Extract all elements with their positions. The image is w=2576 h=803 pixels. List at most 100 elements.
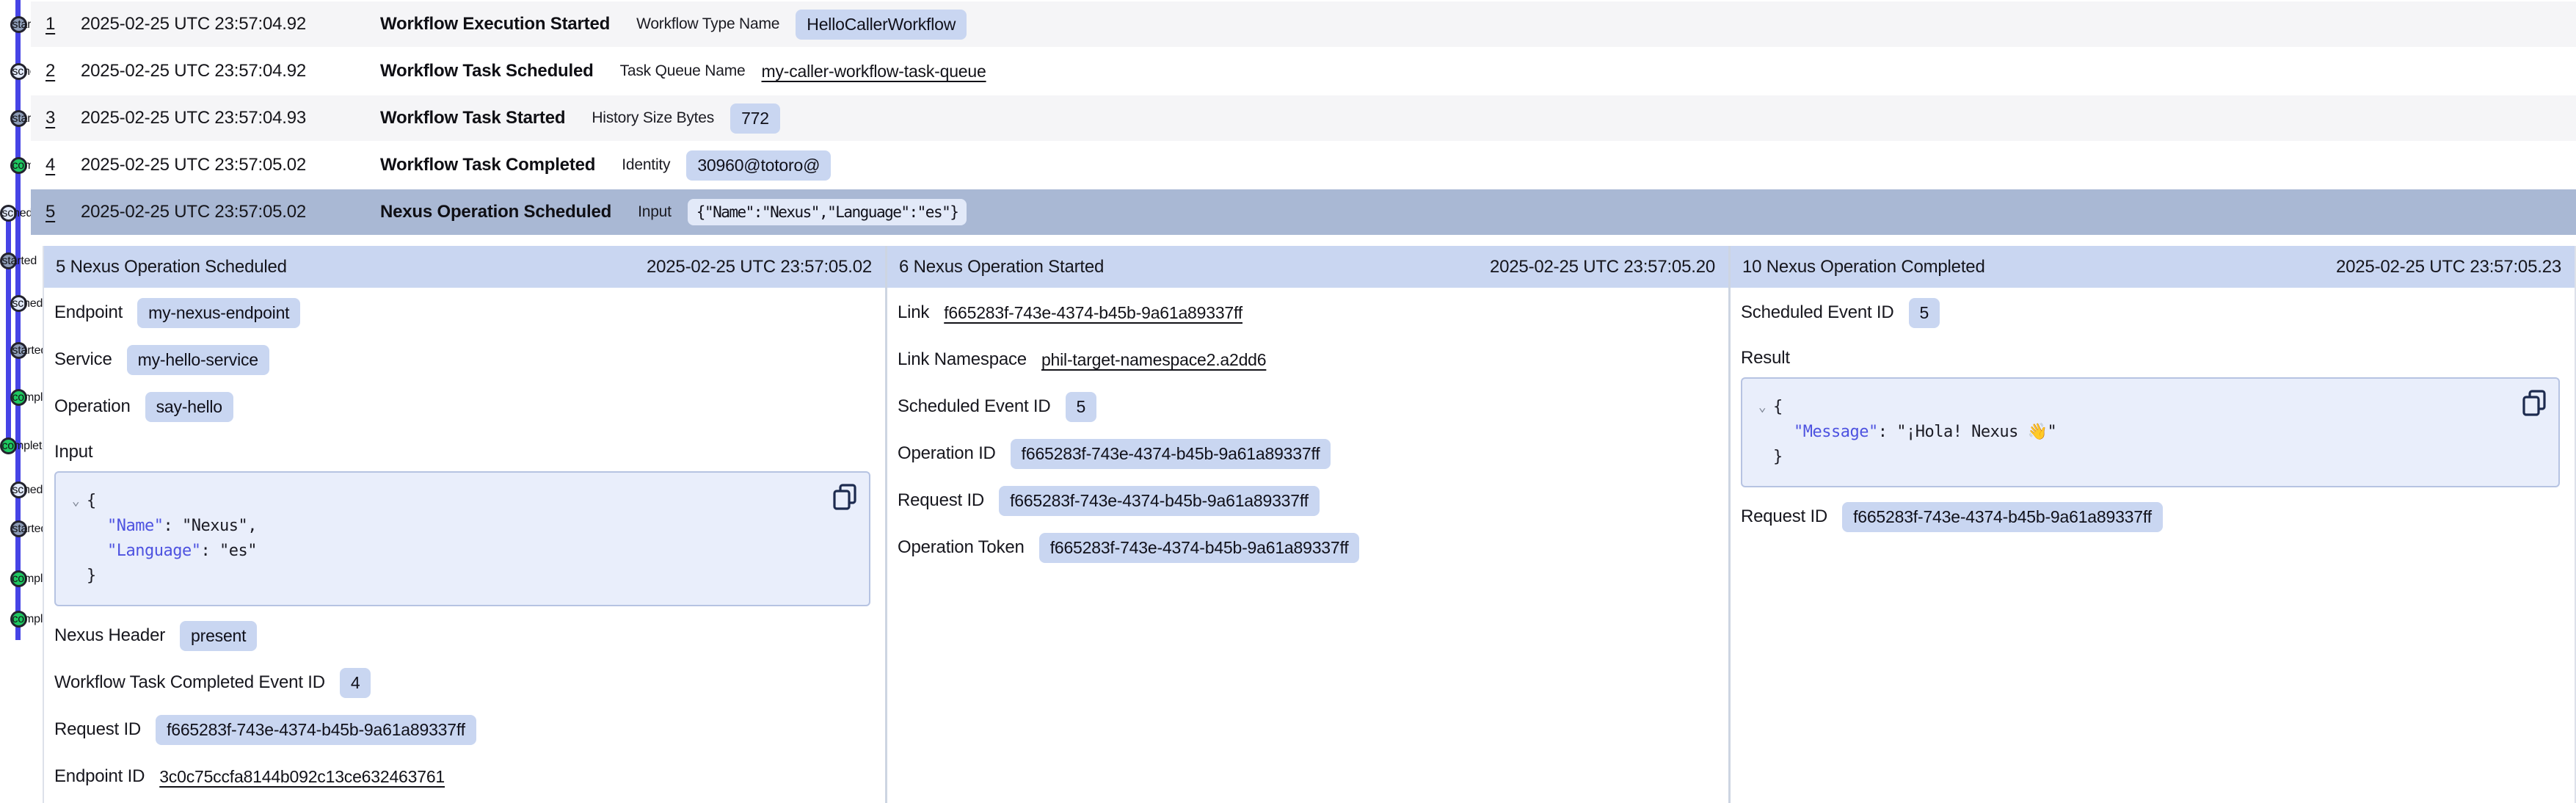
event-3-status-dot: started	[10, 110, 27, 127]
event-row[interactable]: 5 2025-02-25 UTC 23:57:05.02 Nexus Opera…	[31, 189, 2576, 235]
json-line: ⌄{	[65, 489, 856, 514]
event-id-link[interactable]: 5	[46, 202, 81, 222]
detail-field-label: Service	[54, 349, 112, 370]
event-6-status-dot: started	[0, 252, 17, 269]
event-name: Workflow Task Scheduled	[380, 61, 594, 81]
json-token: "Message"	[1794, 423, 1878, 441]
detail-field: Request ID f665283f-743e-4374-b45b-9a61a8…	[898, 477, 1715, 524]
collapse-chevron-icon[interactable]: ⌄	[65, 489, 87, 514]
event-9-status-dot: completed	[10, 389, 27, 406]
json-text: "Language": "es"	[87, 539, 257, 564]
json-token: {	[87, 492, 96, 510]
event-id-link[interactable]: 1	[46, 14, 81, 34]
value-link[interactable]: 3c0c75ccfa8144b092c13ce632463761	[159, 767, 445, 787]
event-timeline: started scheduled started completed schedule…	[0, 0, 31, 803]
event-row[interactable]: 2 2025-02-25 UTC 23:57:04.92 Workflow Ta…	[31, 48, 2576, 94]
event-5-status-dot: scheduled	[0, 205, 17, 222]
detail-field: Endpointmy-nexus-endpoint	[54, 289, 872, 336]
value-badge: f665283f-743e-4374-b45b-9a61a89337ff	[1842, 502, 2163, 532]
event-row[interactable]: 3 2025-02-25 UTC 23:57:04.93 Workflow Ta…	[31, 95, 2576, 141]
event-name: Workflow Task Completed	[380, 155, 595, 175]
detail-field: Request IDf665283f-743e-4374-b45b-9a61a8…	[54, 706, 872, 753]
detail-field-label: Scheduled Event ID	[898, 396, 1051, 417]
detail-field: Result	[1741, 336, 2561, 371]
event-id-link[interactable]: 2	[46, 61, 81, 81]
event-2-status-dot: scheduled	[10, 63, 27, 80]
event-11-status-dot: scheduled	[10, 482, 27, 498]
detail-field-label: Request ID	[898, 490, 984, 511]
event-timestamp: 2025-02-25 UTC 23:57:04.92	[81, 61, 380, 81]
timeline-branch-line	[6, 213, 11, 446]
json-line: "Message": "¡Hola! Nexus 👋"	[1751, 420, 2545, 445]
value-badge: 772	[730, 103, 780, 134]
value-badge: HelloCallerWorkflow	[796, 10, 967, 40]
detail-field-label: Request ID	[1741, 506, 1827, 527]
json-token: "Name"	[107, 517, 163, 535]
value-badge: {"Name":"Nexus","Language":"es"}	[688, 199, 967, 225]
event-row[interactable]: 4 2025-02-25 UTC 23:57:05.02 Workflow Ta…	[31, 142, 2576, 188]
detail-field-label: Operation ID	[898, 443, 996, 464]
json-text: {	[1773, 395, 1783, 420]
json-text: {	[87, 489, 96, 514]
timeline-main-line	[15, 0, 21, 640]
event-history-list: 1 2025-02-25 UTC 23:57:04.92 Workflow Ex…	[31, 1, 2576, 236]
event-detail-panel: 6 Nexus Operation Started 2025-02-25 UTC…	[885, 246, 1728, 803]
workflow-history-screen: started scheduled started completed schedule…	[0, 0, 2576, 803]
event-attr-label: Input	[638, 203, 672, 221]
event-timestamp: 2025-02-25 UTC 23:57:05.02	[81, 202, 380, 222]
detail-field-label: Input	[54, 442, 92, 462]
detail-field: Nexus Header present	[54, 612, 872, 659]
copy-icon[interactable]	[832, 483, 857, 511]
value-badge: my-hello-service	[127, 345, 269, 375]
detail-field-label: Nexus Header	[54, 625, 165, 646]
value-badge: f665283f-743e-4374-b45b-9a61a89337ff	[1039, 533, 1360, 563]
detail-field: Operation Token f665283f-743e-4374-b45b-9…	[898, 524, 1715, 571]
event-timestamp: 2025-02-25 UTC 23:57:04.92	[81, 14, 380, 34]
event-detail-title: 6 Nexus Operation Started	[899, 257, 1104, 277]
event-8-status-dot: started	[10, 342, 27, 359]
json-text: }	[1773, 445, 1783, 470]
event-detail-header: 6 Nexus Operation Started 2025-02-25 UTC…	[887, 246, 1728, 288]
chevron-spacer	[1751, 445, 1773, 470]
copy-icon[interactable]	[2522, 389, 2547, 417]
detail-field-label: Scheduled Event ID	[1741, 302, 1894, 323]
event-detail-header: 5 Nexus Operation Scheduled 2025-02-25 U…	[44, 246, 885, 288]
value-badge: 5	[1066, 392, 1097, 422]
detail-field-label: Operation Token	[898, 537, 1025, 558]
collapse-chevron-icon[interactable]: ⌄	[1751, 395, 1773, 420]
json-text: }	[87, 564, 96, 589]
value-badge: present	[180, 621, 257, 651]
event-10-status-dot: completed	[0, 437, 17, 454]
event-detail-panels: 5 Nexus Operation Scheduled 2025-02-25 U…	[43, 246, 2576, 803]
value-link[interactable]: f665283f-743e-4374-b45b-9a61a89337ff	[944, 303, 1242, 323]
event-timestamp: 2025-02-25 UTC 23:57:05.02	[81, 155, 380, 175]
event-14-status-dot: completed	[10, 611, 27, 628]
event-detail-body: Scheduled Event ID5Result ⌄{"Message": "…	[1731, 288, 2575, 540]
event-detail-header: 10 Nexus Operation Completed 2025-02-25 …	[1731, 246, 2575, 288]
event-id-link[interactable]: 3	[46, 108, 81, 128]
json-token: :	[1878, 423, 1897, 441]
event-detail-timestamp: 2025-02-25 UTC 23:57:05.20	[1490, 257, 1715, 277]
chevron-spacer	[1751, 420, 1773, 445]
event-detail-timestamp: 2025-02-25 UTC 23:57:05.02	[647, 257, 872, 277]
json-token: :	[200, 542, 219, 560]
value-badge: say-hello	[145, 392, 233, 422]
json-line: }	[65, 564, 856, 589]
detail-field: Linkf665283f-743e-4374-b45b-9a61a89337ff	[898, 289, 1715, 336]
value-link[interactable]: phil-target-namespace2.a2dd6	[1041, 350, 1266, 370]
detail-field-label: Workflow Task Completed Event ID	[54, 672, 325, 693]
event-detail-panel: 10 Nexus Operation Completed 2025-02-25 …	[1728, 246, 2576, 803]
event-row[interactable]: 1 2025-02-25 UTC 23:57:04.92 Workflow Ex…	[31, 1, 2576, 47]
json-line: ⌄{	[1751, 395, 2545, 420]
value-badge: f665283f-743e-4374-b45b-9a61a89337ff	[999, 486, 1320, 516]
value-link[interactable]: my-caller-workflow-task-queue	[762, 62, 986, 81]
event-7-status-dot: scheduled	[10, 295, 27, 312]
event-id-link[interactable]: 4	[46, 155, 81, 175]
json-token: "Nexus",	[182, 517, 257, 535]
json-token: {	[1773, 398, 1783, 416]
json-token: }	[1773, 448, 1783, 466]
chevron-spacer	[65, 539, 87, 564]
detail-field-label: Endpoint	[54, 302, 123, 323]
detail-field-label: Link Namespace	[898, 349, 1027, 370]
json-token: }	[87, 567, 96, 585]
